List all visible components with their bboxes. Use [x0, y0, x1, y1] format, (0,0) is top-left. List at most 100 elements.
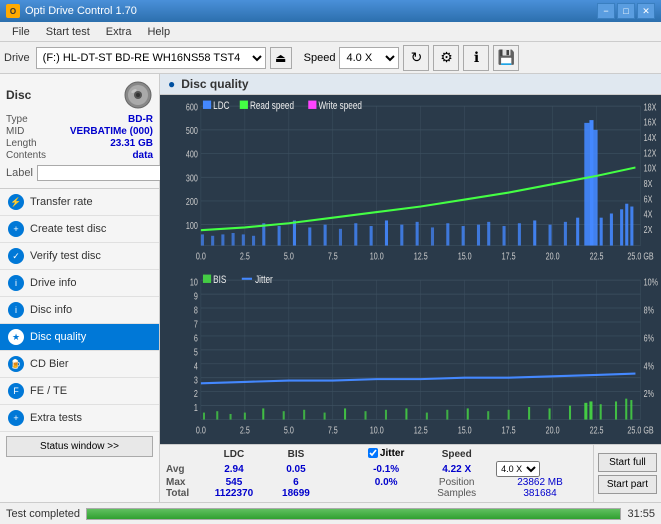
- svg-text:7: 7: [194, 319, 198, 330]
- svg-text:10.0: 10.0: [370, 425, 384, 436]
- avg-bis: 0.05: [270, 461, 322, 477]
- save-button[interactable]: 💾: [493, 45, 519, 71]
- bottom-chart: 10 9 8 7 6 5 4 3 2 1 10% 8% 6% 4% 2% 0.0…: [160, 269, 661, 443]
- svg-text:17.5: 17.5: [502, 425, 516, 436]
- disc-type-value: BD-R: [128, 114, 153, 125]
- transfer-rate-icon: ⚡: [8, 194, 24, 210]
- svg-text:8: 8: [194, 305, 198, 316]
- svg-text:20.0: 20.0: [546, 425, 560, 436]
- svg-text:10%: 10%: [644, 277, 659, 288]
- svg-text:25.0 GB: 25.0 GB: [627, 425, 653, 436]
- sidebar-item-cd-bier[interactable]: 🍺 CD Bier: [0, 351, 159, 378]
- drive-info-icon: i: [8, 275, 24, 291]
- sidebar-item-drive-info[interactable]: i Drive info: [0, 270, 159, 297]
- sidebar-item-verify-test-disc[interactable]: ✓ Verify test disc: [0, 243, 159, 270]
- drive-select[interactable]: (F:) HL-DT-ST BD-RE WH16NS58 TST4: [36, 47, 266, 69]
- disc-length-row: Length 23.31 GB: [6, 138, 153, 149]
- position-value: 23862 MB: [493, 477, 587, 488]
- svg-text:16X: 16X: [644, 117, 657, 128]
- menu-file[interactable]: File: [4, 24, 38, 40]
- menu-help[interactable]: Help: [139, 24, 178, 40]
- sidebar-item-label: FE / TE: [30, 385, 67, 397]
- disc-icon: [123, 80, 153, 110]
- sidebar-item-disc-info[interactable]: i Disc info: [0, 297, 159, 324]
- minimize-button[interactable]: −: [597, 3, 615, 19]
- disc-mid-value: VERBATIMe (000): [70, 126, 153, 137]
- ldc-header: LDC: [198, 448, 270, 462]
- disc-info-icon: i: [8, 302, 24, 318]
- start-full-button[interactable]: Start full: [598, 453, 657, 472]
- svg-text:14X: 14X: [644, 132, 657, 143]
- maximize-button[interactable]: □: [617, 3, 635, 19]
- svg-text:9: 9: [194, 291, 198, 302]
- disc-label-input[interactable]: [37, 165, 175, 181]
- menu-extra[interactable]: Extra: [98, 24, 140, 40]
- chart-header-icon: ●: [168, 77, 175, 91]
- svg-text:500: 500: [186, 125, 198, 136]
- chart-area: ● Disc quality: [160, 74, 661, 502]
- svg-text:7.5: 7.5: [328, 250, 338, 261]
- avg-ldc: 2.94: [198, 461, 270, 477]
- svg-text:Read speed: Read speed: [250, 100, 294, 113]
- disc-label-row: Label ✏: [6, 164, 153, 182]
- speed-select[interactable]: 4.0 X: [339, 47, 399, 69]
- sidebar-item-label: Create test disc: [30, 223, 106, 235]
- sidebar-item-fe-te[interactable]: F FE / TE: [0, 378, 159, 405]
- svg-text:10X: 10X: [644, 163, 657, 174]
- sidebar-item-create-test-disc[interactable]: + Create test disc: [0, 216, 159, 243]
- menu-start-test[interactable]: Start test: [38, 24, 98, 40]
- total-ldc: 1122370: [198, 488, 270, 499]
- svg-text:17.5: 17.5: [502, 250, 516, 261]
- disc-type-label: Type: [6, 114, 28, 125]
- fe-te-icon: F: [8, 383, 24, 399]
- sidebar-item-transfer-rate[interactable]: ⚡ Transfer rate: [0, 189, 159, 216]
- disc-header: Disc: [6, 80, 153, 110]
- svg-text:8X: 8X: [644, 178, 653, 189]
- speed-label: Speed: [304, 52, 336, 64]
- disc-contents-label: Contents: [6, 150, 46, 161]
- status-window-button[interactable]: Status window >>: [6, 436, 153, 457]
- bis-header: BIS: [270, 448, 322, 462]
- sidebar: Disc Type BD-R MID VERBATIMe (000) Lengt…: [0, 74, 160, 502]
- charts-container: 600 500 400 300 200 100 18X 16X 14X 12X …: [160, 95, 661, 444]
- svg-text:6X: 6X: [644, 193, 653, 204]
- position-label: Position: [420, 477, 493, 488]
- disc-quality-icon: ★: [8, 329, 24, 345]
- sidebar-item-extra-tests[interactable]: + Extra tests: [0, 405, 159, 432]
- svg-text:BIS: BIS: [213, 274, 227, 287]
- svg-text:25.0 GB: 25.0 GB: [627, 250, 653, 261]
- title-bar-controls: − □ ✕: [597, 3, 655, 19]
- svg-text:12.5: 12.5: [414, 425, 428, 436]
- svg-text:2.5: 2.5: [240, 250, 250, 261]
- disc-type-row: Type BD-R: [6, 114, 153, 125]
- svg-text:300: 300: [186, 172, 198, 183]
- chart-title: Disc quality: [181, 77, 248, 91]
- svg-text:LDC: LDC: [213, 100, 229, 113]
- start-part-button[interactable]: Start part: [598, 475, 657, 494]
- speed-select-stats[interactable]: 4.0 X: [496, 461, 540, 477]
- speed-value: 4.22 X: [420, 461, 493, 477]
- refresh-button[interactable]: ↻: [403, 45, 429, 71]
- max-label: Max: [166, 477, 198, 488]
- jitter-checkbox-cell[interactable]: Jitter: [352, 448, 420, 462]
- svg-text:1: 1: [194, 402, 198, 413]
- app-icon: O: [6, 4, 20, 18]
- sidebar-item-disc-quality[interactable]: ★ Disc quality: [0, 324, 159, 351]
- jitter-checkbox[interactable]: [368, 448, 378, 458]
- close-button[interactable]: ✕: [637, 3, 655, 19]
- sidebar-item-label: Extra tests: [30, 412, 82, 424]
- svg-text:22.5: 22.5: [590, 250, 604, 261]
- eject-button[interactable]: ⏏: [270, 47, 292, 69]
- avg-jitter: -0.1%: [352, 461, 420, 477]
- menu-bar: File Start test Extra Help: [0, 22, 661, 42]
- info-button[interactable]: ℹ: [463, 45, 489, 71]
- svg-text:22.5: 22.5: [590, 425, 604, 436]
- extra-tests-icon: +: [8, 410, 24, 426]
- svg-text:8%: 8%: [644, 305, 655, 316]
- settings-button[interactable]: ⚙: [433, 45, 459, 71]
- action-buttons: Start full Start part: [593, 445, 661, 503]
- top-chart: 600 500 400 300 200 100 18X 16X 14X 12X …: [160, 95, 661, 269]
- svg-text:6%: 6%: [644, 333, 655, 344]
- svg-text:0.0: 0.0: [196, 425, 206, 436]
- status-time: 31:55: [627, 508, 655, 520]
